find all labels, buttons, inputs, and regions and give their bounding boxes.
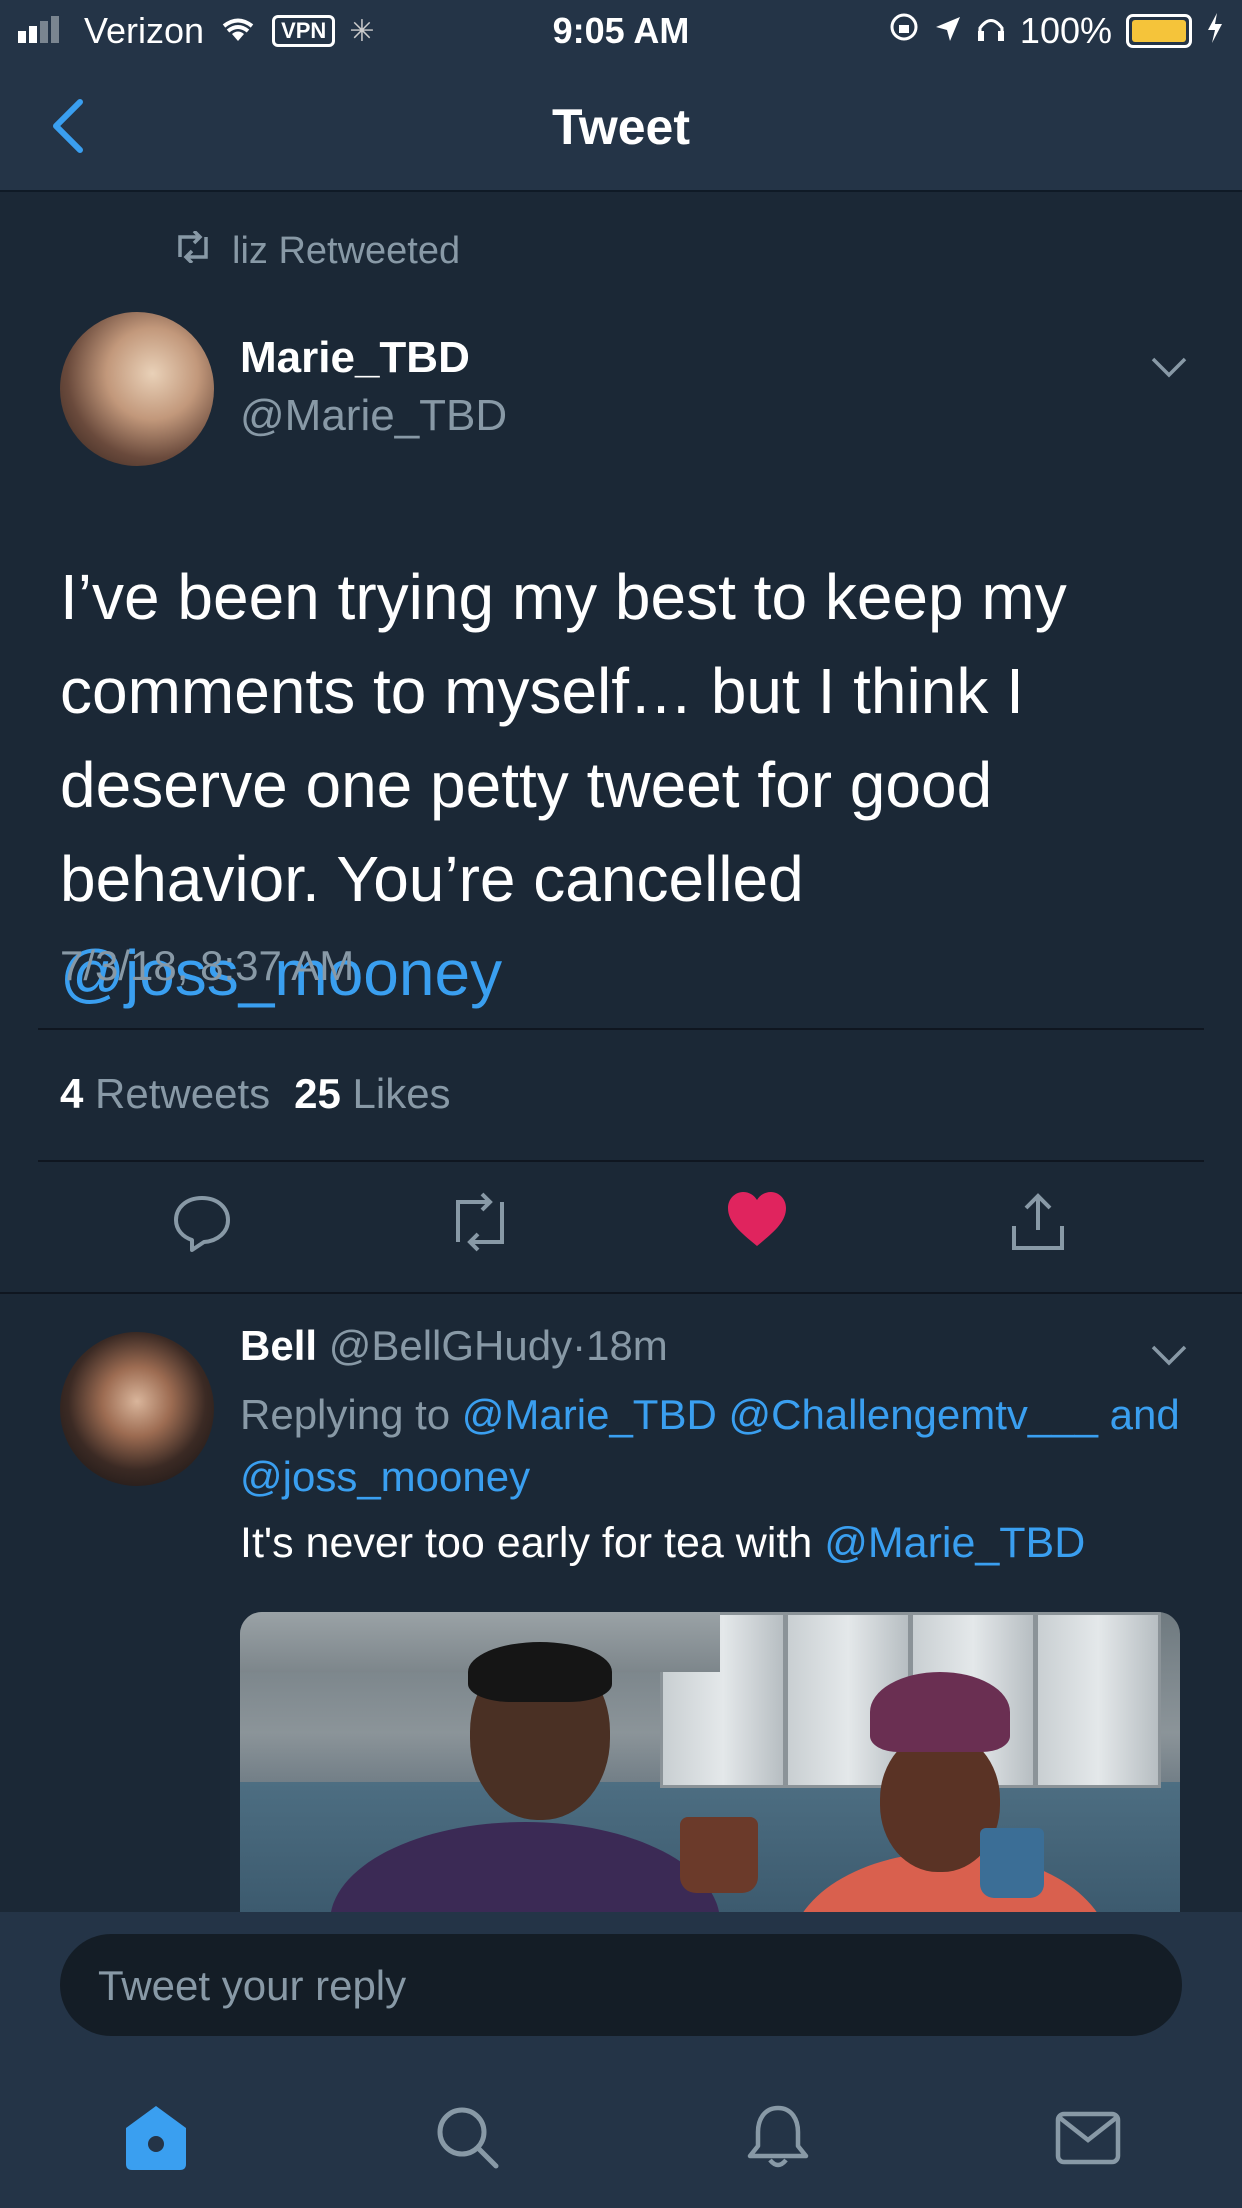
tweet-action-bar [0, 1190, 1242, 1262]
reply-dot: · [572, 1322, 587, 1369]
status-bar: Verizon VPN ✳ 9:05 AM 100% [0, 0, 1242, 62]
reply-author-handle[interactable]: @BellGHudy [329, 1322, 572, 1369]
nav-bar: Tweet [0, 62, 1242, 192]
battery-percent: 100% [1019, 10, 1112, 51]
charging-icon [1206, 10, 1224, 52]
retweets-count: 4 [60, 1070, 84, 1117]
likes-stat[interactable]: 25 Likes [294, 1070, 450, 1118]
divider [38, 1028, 1204, 1030]
reply-avatar[interactable] [60, 1332, 214, 1486]
reply-tweet[interactable]: Bell @BellGHudy·18m Replying to @Marie_T… [0, 1292, 1242, 1914]
compose-bar: Tweet your reply [0, 1912, 1242, 2042]
author-name: Marie_TBD [240, 333, 470, 382]
tab-notifications[interactable] [742, 2102, 814, 2174]
divider [38, 1160, 1204, 1162]
location-icon [934, 10, 962, 52]
reply-input[interactable]: Tweet your reply [60, 1934, 1182, 2036]
retweet-button[interactable] [446, 1190, 510, 1254]
tweet-stats: 4 Retweets 25 Likes [60, 1070, 451, 1118]
reply-menu-chevron-icon[interactable] [1150, 1344, 1188, 1366]
replying-mention-link[interactable]: @joss_mooney [240, 1453, 530, 1500]
rotation-lock-icon [888, 10, 920, 52]
retweeted-by-row[interactable]: liz Retweeted [172, 229, 461, 273]
retweeted-by-label: liz Retweeted [232, 230, 461, 272]
retweets-label: Retweets [95, 1070, 271, 1117]
retweet-icon [172, 229, 214, 273]
tweet-text-body: I’ve been trying my best to keep my comm… [60, 561, 1067, 915]
reply-media-image[interactable] [240, 1612, 1180, 1914]
page-title: Tweet [552, 99, 690, 155]
reply-button[interactable] [170, 1190, 234, 1254]
retweets-stat[interactable]: 4 Retweets [60, 1070, 270, 1118]
reply-text-body: It's never too early for tea with [240, 1519, 825, 1567]
replying-mention-link[interactable]: @Challengemtv___ [728, 1391, 1098, 1438]
author-handle: @Marie_TBD [240, 391, 508, 440]
mail-icon [1055, 2111, 1121, 2165]
like-button[interactable] [726, 1190, 790, 1254]
tab-search[interactable] [432, 2102, 504, 2174]
author-avatar[interactable] [60, 312, 214, 466]
replying-mention-link[interactable]: @Marie_TBD [462, 1391, 717, 1438]
reply-author-name[interactable]: Bell [240, 1322, 317, 1369]
likes-count: 25 [294, 1070, 341, 1117]
home-icon [126, 2106, 186, 2170]
replying-and: and [1109, 1391, 1180, 1438]
tab-home[interactable] [120, 2102, 192, 2174]
likes-label: Likes [352, 1070, 451, 1117]
headphones-icon [976, 10, 1006, 52]
replying-to-prefix: Replying to [240, 1391, 462, 1438]
reply-mention-link[interactable]: @Marie_TBD [824, 1519, 1085, 1567]
tweet-menu-chevron-icon[interactable] [1150, 356, 1188, 378]
reply-text: It's never too early for tea with @Marie… [240, 1519, 1085, 1568]
tweet-timestamp: 7/3/18, 8:37 AM [60, 942, 355, 989]
search-icon [437, 2107, 499, 2169]
reply-header: Bell @BellGHudy·18m [240, 1322, 668, 1370]
replying-to-line: Replying to @Marie_TBD @Challengemtv___ … [240, 1384, 1180, 1508]
share-button[interactable] [1006, 1190, 1070, 1254]
bell-icon [747, 2105, 809, 2168]
author-names[interactable]: Marie_TBD @Marie_TBD [240, 333, 507, 441]
reply-age: 18m [586, 1322, 668, 1369]
reply-input-placeholder: Tweet your reply [98, 1962, 407, 2009]
battery-icon [1126, 14, 1192, 48]
tab-bar [0, 2042, 1242, 2208]
tab-messages[interactable] [1052, 2102, 1124, 2174]
